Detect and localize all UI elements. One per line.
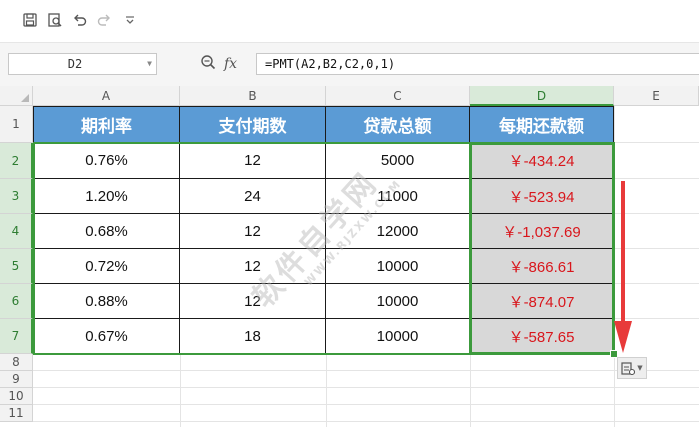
row-header-8[interactable]: 8 <box>0 354 33 371</box>
cell-c6[interactable]: 10000 <box>326 284 470 319</box>
print-preview-icon[interactable] <box>45 10 65 30</box>
gridline <box>33 404 699 405</box>
cell-d5[interactable]: ￥-866.61 <box>470 249 614 284</box>
cell-a4[interactable]: 0.68% <box>34 214 180 249</box>
quick-analysis-button[interactable]: ▼ <box>617 357 647 379</box>
column-header-e[interactable]: E <box>614 86 699 106</box>
cell-d7[interactable]: ￥-587.65 <box>470 319 614 354</box>
cell-a6[interactable]: 0.88% <box>34 284 180 319</box>
row-header-9[interactable]: 9 <box>0 371 33 388</box>
column-header-a[interactable]: A <box>33 86 180 106</box>
row-header-5[interactable]: 5 <box>0 249 33 284</box>
customize-toolbar-icon[interactable] <box>120 10 140 30</box>
chevron-down-icon[interactable]: ▼ <box>147 54 152 74</box>
column-header-c[interactable]: C <box>326 86 470 106</box>
gridline <box>614 142 699 143</box>
column-header-d[interactable]: D <box>470 86 614 106</box>
fx-controls: fx <box>200 53 237 75</box>
row-header-1[interactable]: 1 <box>0 106 33 143</box>
cell-a5[interactable]: 0.72% <box>34 249 180 284</box>
formula-input[interactable]: =PMT(A2,B2,C2,0,1) <box>256 53 699 75</box>
spreadsheet-grid: A B C D E 1 2 3 4 5 6 7 8 9 10 11 期利率 支付… <box>0 86 699 427</box>
undo-icon[interactable] <box>70 10 90 30</box>
gridline <box>33 421 699 422</box>
cell-c7[interactable]: 10000 <box>326 319 470 354</box>
gridline <box>470 354 471 427</box>
cell-d6[interactable]: ￥-874.07 <box>470 284 614 319</box>
cell-a3[interactable]: 1.20% <box>34 179 180 214</box>
row-header-3[interactable]: 3 <box>0 179 33 214</box>
down-arrow-annotation <box>614 181 632 353</box>
chevron-down-icon: ▼ <box>637 364 643 372</box>
cell-b3[interactable]: 24 <box>180 179 326 214</box>
cell-a2[interactable]: 0.76% <box>34 143 180 179</box>
header-cell-payment[interactable]: 每期还款额 <box>470 107 614 143</box>
cell-d3[interactable]: ￥-523.94 <box>470 179 614 214</box>
header-cell-periods[interactable]: 支付期数 <box>180 107 326 143</box>
header-cell-loan-total[interactable]: 贷款总额 <box>326 107 470 143</box>
row-header-10[interactable]: 10 <box>0 388 33 405</box>
gridline <box>326 354 327 427</box>
row-header-7[interactable]: 7 <box>0 319 33 354</box>
select-all-corner[interactable] <box>0 86 33 106</box>
name-box[interactable]: D2 ▼ <box>8 53 157 75</box>
cell-c5[interactable]: 10000 <box>326 249 470 284</box>
row-header-6[interactable]: 6 <box>0 284 33 319</box>
redo-icon[interactable] <box>94 10 114 30</box>
gridline <box>33 370 699 371</box>
cell-d4[interactable]: ￥-1,037.69 <box>470 214 614 249</box>
row-header-11[interactable]: 11 <box>0 405 33 422</box>
row-header-4[interactable]: 4 <box>0 214 33 249</box>
cell-b2[interactable]: 12 <box>180 143 326 179</box>
row-header-2[interactable]: 2 <box>0 143 33 179</box>
gridline <box>33 387 699 388</box>
quick-access-toolbar <box>0 0 699 42</box>
cell-b7[interactable]: 18 <box>180 319 326 354</box>
header-cell-interest-rate[interactable]: 期利率 <box>34 107 180 143</box>
paste-options-icon <box>621 362 636 375</box>
cell-d2[interactable]: ￥-434.24 <box>470 143 614 179</box>
gridline <box>180 354 181 427</box>
save-icon[interactable] <box>20 10 40 30</box>
cell-a7[interactable]: 0.67% <box>34 319 180 354</box>
gridline <box>614 178 699 179</box>
column-header-b[interactable]: B <box>180 86 326 106</box>
insert-function-button[interactable]: fx <box>224 56 237 72</box>
name-box-value: D2 <box>67 57 83 71</box>
zoom-formula-icon[interactable] <box>200 54 216 74</box>
formula-bar: D2 ▼ fx =PMT(A2,B2,C2,0,1) <box>0 42 699 88</box>
